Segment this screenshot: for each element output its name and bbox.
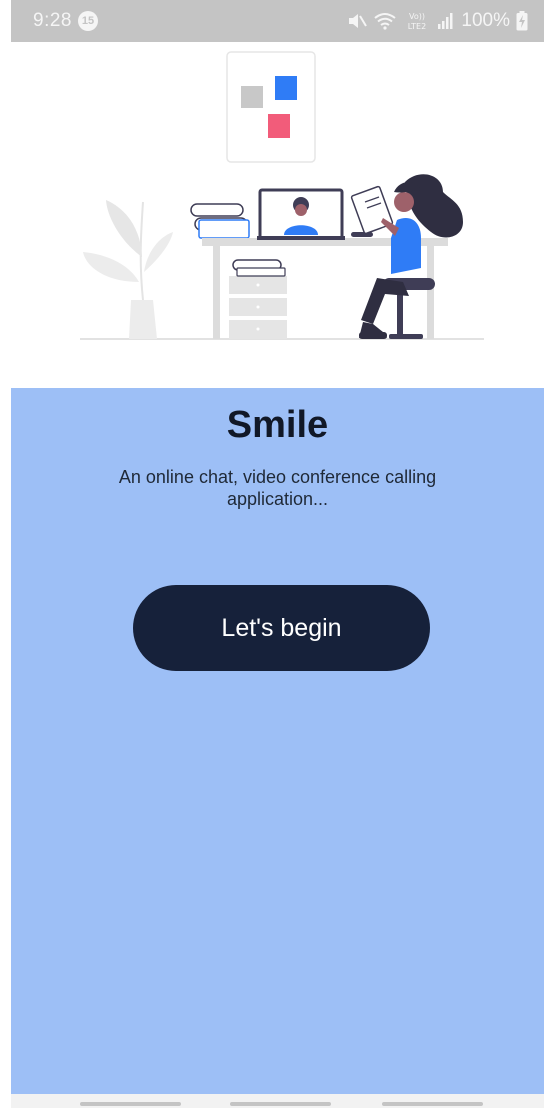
signal-icon [437, 12, 455, 30]
plant-illustration [83, 200, 173, 339]
volte-line2: LTE2 [408, 22, 426, 31]
app-screen: 9:28 15 Vo)) LTE2 100% Smile An online c… [11, 0, 544, 1108]
nav-recents-button[interactable] [80, 1102, 181, 1106]
mute-icon [347, 12, 368, 30]
status-time: 9:28 [33, 10, 72, 31]
notification-count-badge: 15 [77, 11, 98, 31]
system-nav-bar [11, 1094, 544, 1108]
books-stack-illustration [190, 203, 250, 239]
app-title: Smile [226, 404, 329, 446]
lets-begin-button[interactable]: Let's begin [133, 585, 430, 671]
battery-percent: 100% [461, 10, 510, 31]
intro-panel: Smile An online chat, video conference c… [11, 388, 544, 1094]
status-left: 9:28 15 [33, 10, 98, 32]
battery-charging-icon [516, 11, 528, 31]
wall-card-illustration [226, 51, 316, 163]
volte-icon: Vo)) LTE2 [403, 11, 431, 31]
nav-home-button[interactable] [230, 1102, 331, 1106]
hero-illustration [11, 42, 544, 388]
nav-back-button[interactable] [382, 1102, 483, 1106]
status-right: Vo)) LTE2 100% [347, 10, 528, 32]
app-subtitle: An online chat, video conference calling… [118, 467, 437, 509]
woman-illustration [350, 174, 463, 339]
wifi-icon [373, 12, 397, 30]
status-bar: 9:28 15 Vo)) LTE2 100% [11, 0, 544, 42]
volte-line1: Vo)) [409, 12, 425, 21]
